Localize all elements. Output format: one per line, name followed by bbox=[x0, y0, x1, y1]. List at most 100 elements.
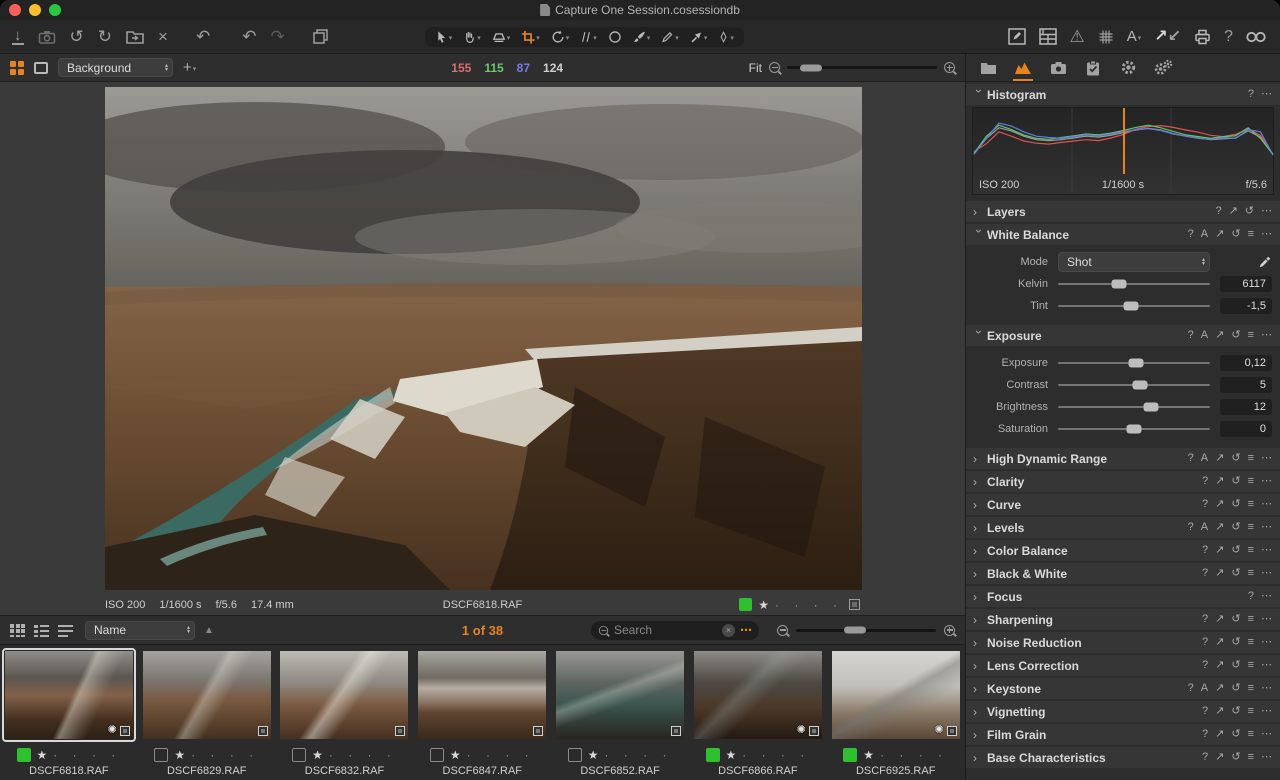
star-rating-1[interactable]: ★ bbox=[312, 748, 323, 762]
wb-eyedropper-icon[interactable] bbox=[1220, 255, 1272, 269]
more-icon[interactable]: ⋯ bbox=[1261, 683, 1272, 694]
help-icon[interactable]: ? bbox=[1202, 499, 1208, 510]
panel-section-curve[interactable]: › Curve? ↗ ↺ ≡ ⋯ bbox=[966, 494, 1280, 515]
reset-icon[interactable]: ↺ bbox=[1231, 752, 1240, 763]
copy-adjustments-icon[interactable]: ↗ bbox=[1215, 637, 1224, 648]
draw-mask-tool-icon[interactable]: ▾ bbox=[633, 30, 650, 44]
saturation-slider[interactable] bbox=[1058, 424, 1210, 434]
reset-adjustments-icon[interactable]: ↶ bbox=[196, 28, 210, 45]
grid-overlay-icon[interactable] bbox=[1098, 29, 1114, 45]
chevron-right-icon[interactable]: › bbox=[973, 751, 985, 765]
multi-view-icon[interactable] bbox=[10, 60, 24, 75]
gradient-mask-tool-icon[interactable]: ▾ bbox=[690, 30, 707, 44]
tab-capture[interactable] bbox=[1047, 56, 1069, 80]
star-rating-dots[interactable]: · · · · bbox=[53, 748, 121, 762]
compare-icon[interactable] bbox=[1246, 31, 1266, 43]
copy-adjustments-icon[interactable]: ↗ bbox=[1215, 453, 1224, 464]
presets-icon[interactable]: ≡ bbox=[1248, 522, 1254, 533]
more-icon[interactable]: ⋯ bbox=[1261, 591, 1272, 602]
more-icon[interactable]: ⋯ bbox=[1261, 706, 1272, 717]
chevron-right-icon[interactable]: › bbox=[973, 544, 985, 558]
panel-section-base-characteristics[interactable]: › Base Characteristics? ↗ ↺ ≡ ⋯ bbox=[966, 747, 1280, 768]
import-images-icon[interactable]: ↓ bbox=[12, 28, 24, 45]
crop-tool-icon[interactable]: ▾ bbox=[521, 30, 540, 44]
camera-capture-icon[interactable] bbox=[38, 29, 56, 45]
presets-icon[interactable]: ≡ bbox=[1248, 706, 1254, 717]
tab-adjustments[interactable] bbox=[1117, 56, 1139, 80]
color-tag-green[interactable] bbox=[16, 748, 31, 762]
help-icon[interactable]: ? bbox=[1188, 229, 1194, 240]
export-icon[interactable]: ↗ ↙ bbox=[1154, 28, 1181, 45]
exposure-value[interactable]: 0,12 bbox=[1220, 355, 1272, 371]
color-tag-none[interactable] bbox=[567, 748, 582, 762]
panel-section-focus[interactable]: › Focus? ⋯ bbox=[966, 586, 1280, 607]
star-rating-1[interactable]: ★ bbox=[863, 748, 874, 762]
help-icon[interactable]: ? bbox=[1224, 28, 1233, 45]
presets-icon[interactable]: ≡ bbox=[1248, 683, 1254, 694]
exposure-section-header[interactable]: › Exposure ? A ↗ ↺ ≡ ⋯ bbox=[966, 325, 1280, 346]
panel-section-black-white[interactable]: › Black & White? ↗ ↺ ≡ ⋯ bbox=[966, 563, 1280, 584]
more-icon[interactable]: ⋯ bbox=[1261, 330, 1272, 341]
copy-adjustments-icon[interactable]: ↗ bbox=[1215, 752, 1224, 763]
help-icon[interactable]: ? bbox=[1202, 752, 1208, 763]
tab-library[interactable] bbox=[977, 56, 999, 80]
undo-icon[interactable]: ↶ bbox=[242, 28, 256, 45]
viewer-zoom-slider[interactable] bbox=[787, 64, 937, 71]
star-rating-1[interactable]: ★ bbox=[588, 748, 599, 762]
brightness-slider[interactable] bbox=[1058, 402, 1210, 412]
copy-adjustments-icon[interactable]: ↗ bbox=[1215, 706, 1224, 717]
zoom-fit-label[interactable]: Fit bbox=[749, 61, 762, 75]
more-icon[interactable]: ⋯ bbox=[1261, 545, 1272, 556]
reset-icon[interactable]: ↺ bbox=[1231, 476, 1240, 487]
thumbnail-image[interactable] bbox=[418, 651, 547, 739]
filmstrip-item[interactable]: ✺ ★ · · · · DSCF6925.RAF bbox=[827, 645, 965, 780]
star-rating-dots[interactable]: · · · · bbox=[467, 748, 535, 762]
star-rating-dots[interactable]: · · · · bbox=[880, 748, 948, 762]
panel-section-levels[interactable]: › Levels? A ↗ ↺ ≡ ⋯ bbox=[966, 517, 1280, 538]
copy-adjustments-icon[interactable]: ↗ bbox=[1215, 729, 1224, 740]
auto-adjust-icon[interactable]: A bbox=[1201, 330, 1208, 341]
chevron-right-icon[interactable]: › bbox=[973, 205, 985, 219]
rotate-ccw-icon[interactable]: ↺ bbox=[70, 28, 84, 45]
zoom-out-icon[interactable] bbox=[769, 62, 780, 73]
chevron-right-icon[interactable]: › bbox=[973, 636, 985, 650]
more-icon[interactable]: ⋯ bbox=[1261, 752, 1272, 763]
thumbnail-image[interactable] bbox=[556, 651, 685, 739]
star-rating-1[interactable]: ★ bbox=[37, 748, 48, 762]
presets-icon[interactable]: ≡ bbox=[1248, 476, 1254, 487]
star-rating-dots[interactable]: · · · · bbox=[604, 748, 672, 762]
print-icon[interactable] bbox=[1194, 29, 1211, 45]
brightness-value[interactable]: 12 bbox=[1220, 399, 1272, 415]
presets-icon[interactable]: ≡ bbox=[1248, 614, 1254, 625]
color-tag-none[interactable] bbox=[154, 748, 169, 762]
auto-adjust-icon[interactable]: A bbox=[1201, 522, 1208, 533]
add-layer-icon[interactable]: + ▾ bbox=[183, 60, 196, 75]
reset-icon[interactable]: ↺ bbox=[1231, 545, 1240, 556]
more-icon[interactable]: ⋯ bbox=[1261, 453, 1272, 464]
color-tag-none[interactable] bbox=[292, 748, 307, 762]
clear-search-icon[interactable]: × bbox=[722, 623, 735, 637]
presets-icon[interactable]: ≡ bbox=[1248, 229, 1254, 240]
filmstrip-item[interactable]: ✺ ★ · · · · DSCF6818.RAF bbox=[0, 645, 138, 780]
copy-adjustments-icon[interactable]: ↗ bbox=[1215, 568, 1224, 579]
star-rating-1[interactable]: ★ bbox=[174, 748, 185, 762]
help-icon[interactable]: ? bbox=[1215, 206, 1221, 217]
thumb-size-slider[interactable] bbox=[796, 626, 936, 634]
more-icon[interactable]: ⋯ bbox=[1261, 206, 1272, 217]
kelvin-value[interactable]: 6117 bbox=[1220, 276, 1272, 292]
filmstrip-item[interactable]: ★ · · · · DSCF6852.RAF bbox=[551, 645, 689, 780]
reset-icon[interactable]: ↺ bbox=[1231, 660, 1240, 671]
histogram-section-header[interactable]: › Histogram ? ⋯ bbox=[966, 84, 1280, 105]
help-icon[interactable]: ? bbox=[1188, 683, 1194, 694]
more-icon[interactable]: ⋯ bbox=[1261, 229, 1272, 240]
presets-icon[interactable]: ≡ bbox=[1248, 499, 1254, 510]
reset-icon[interactable]: ↺ bbox=[1231, 637, 1240, 648]
chevron-right-icon[interactable]: › bbox=[973, 498, 985, 512]
copy-adjustments-icon[interactable]: ↗ bbox=[1215, 330, 1224, 341]
chevron-right-icon[interactable]: › bbox=[973, 590, 985, 604]
copy-adjustments-icon[interactable]: ↗ bbox=[1215, 683, 1224, 694]
tab-histogram[interactable] bbox=[1012, 56, 1034, 81]
star-rating-dots[interactable]: · · · · bbox=[775, 598, 843, 612]
reset-icon[interactable]: ↺ bbox=[1231, 683, 1240, 694]
contrast-slider[interactable] bbox=[1058, 380, 1210, 390]
